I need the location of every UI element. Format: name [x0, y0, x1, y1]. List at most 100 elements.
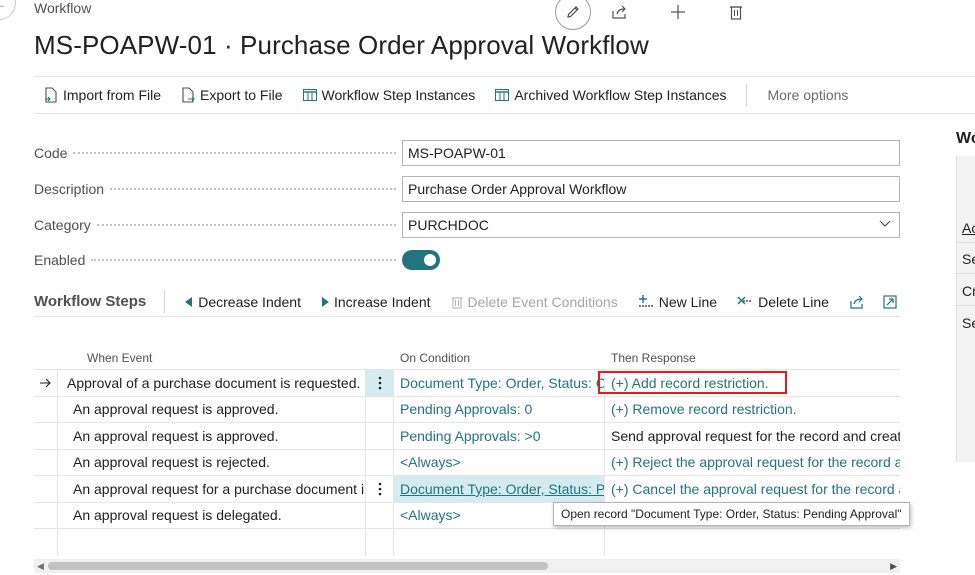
triangle-right-icon — [321, 296, 329, 307]
increase-indent-button[interactable]: Increase Indent — [321, 294, 431, 310]
edit-button[interactable] — [555, 0, 591, 30]
share-button[interactable] — [591, 1, 649, 23]
increase-indent-label: Increase Indent — [333, 293, 431, 310]
leader-dots — [96, 224, 396, 226]
on-condition-cell[interactable]: <Always> — [394, 449, 605, 475]
toolbar-separator — [164, 290, 166, 313]
table-row[interactable]: An approval request is approved. Pending… — [34, 396, 900, 423]
on-condition-cell[interactable]: Document Type: Order, Status: P... — [394, 476, 605, 502]
on-condition-cell[interactable]: Pending Approvals: >0 — [394, 423, 605, 449]
expand-grid-button[interactable] — [883, 294, 897, 309]
code-input[interactable]: MS-POAPW-01 — [402, 140, 900, 166]
action-separator — [746, 84, 748, 106]
decrease-indent-label: Decrease Indent — [198, 293, 301, 310]
chevron-down-icon — [879, 220, 891, 227]
scroll-right-icon[interactable]: ▶ — [890, 561, 897, 572]
when-event-cell[interactable]: An approval request is approved. — [58, 423, 365, 449]
row-selector[interactable] — [34, 423, 58, 449]
back-button[interactable]: ← — [0, 0, 16, 20]
row-menu-button[interactable] — [365, 370, 394, 396]
code-row: Code MS-POAPW-01 — [34, 140, 900, 166]
workflow-steps-title: Workflow Steps — [34, 293, 147, 310]
workflow-step-instances-button[interactable]: Workflow Step Instances — [302, 87, 475, 103]
description-row: Description Purchase Order Approval Work… — [34, 176, 900, 202]
table-row[interactable]: An approval request is approved. Pending… — [34, 423, 900, 450]
import-label: Import from File — [63, 87, 162, 103]
workflow-steps-toolbar: Workflow Steps Decrease Indent Increase … — [34, 287, 900, 317]
category-row: Category PURCHDOC — [34, 212, 900, 238]
factbox-item[interactable]: Cr — [962, 283, 975, 299]
factbox-item[interactable]: Se — [962, 251, 975, 267]
archived-workflow-step-instances-button[interactable]: Archived Workflow Step Instances — [495, 87, 726, 103]
when-event-cell[interactable]: An approval request for a purchase docum… — [58, 476, 365, 502]
factbox-item[interactable]: Se — [962, 315, 975, 331]
scrollbar-thumb[interactable] — [48, 562, 548, 570]
category-select[interactable]: PURCHDOC — [402, 212, 900, 238]
trash-icon — [730, 6, 742, 20]
when-event-cell[interactable]: Approval of a purchase document is reque… — [58, 370, 365, 396]
import-file-icon — [45, 87, 57, 103]
leader-dots — [73, 152, 396, 154]
table-row-empty[interactable] — [34, 529, 900, 556]
toggle-knob — [424, 254, 436, 266]
when-event-cell[interactable]: An approval request is rejected. — [58, 450, 365, 476]
tooltip: Open record "Document Type: Order, Statu… — [553, 502, 910, 526]
category-label: Category — [34, 217, 91, 233]
then-response-cell[interactable]: (+) Reject the approval request for the … — [605, 450, 900, 476]
more-vertical-icon — [378, 482, 381, 496]
description-label: Description — [34, 181, 105, 197]
then-response-cell[interactable]: (+) Remove record restriction. — [605, 397, 900, 423]
delete-event-conditions-button[interactable]: Delete Event Conditions — [451, 294, 618, 310]
share-grid-button[interactable] — [849, 295, 865, 309]
leader-dots — [110, 188, 396, 190]
scroll-left-icon[interactable]: ◀ — [37, 561, 44, 572]
description-input[interactable]: Purchase Order Approval Workflow — [402, 176, 900, 202]
row-selector[interactable] — [34, 449, 58, 475]
table-row[interactable]: An approval request for a purchase docum… — [34, 476, 900, 503]
when-event-cell[interactable]: An approval request is approved. — [58, 397, 365, 423]
trash-icon — [451, 297, 462, 308]
on-condition-cell[interactable]: Pending Approvals: 0 — [394, 396, 605, 422]
then-response-cell[interactable]: Send approval request for the record and… — [605, 423, 900, 449]
on-condition-cell[interactable]: Document Type: Order, Status: O... — [394, 370, 605, 396]
breadcrumb: Workflow — [34, 0, 92, 16]
then-response-cell[interactable]: (+) Cancel the approval request for the … — [605, 476, 900, 502]
import-from-file-button[interactable]: Import from File — [44, 87, 161, 103]
enabled-toggle[interactable] — [402, 250, 440, 270]
enabled-label: Enabled — [34, 252, 86, 268]
export-file-icon — [182, 87, 195, 103]
arrow-right-icon — [39, 378, 51, 388]
export-to-file-button[interactable]: Export to File — [181, 87, 283, 103]
factbox-panel: Wo Ac Se Cr Se — [950, 120, 975, 575]
column-when-event[interactable]: When Event — [58, 346, 365, 369]
delete-button[interactable] — [707, 1, 765, 23]
factbox-item[interactable]: Ac — [962, 220, 975, 236]
table-icon — [495, 89, 510, 101]
row-selector[interactable] — [34, 396, 58, 422]
action-bar: Import from File Export to File Workflow… — [34, 76, 975, 114]
more-vertical-icon — [378, 376, 381, 390]
column-then-response[interactable]: Then Response — [605, 346, 900, 369]
code-label: Code — [34, 145, 68, 161]
expand-icon — [883, 294, 897, 309]
row-selector[interactable] — [34, 476, 58, 502]
when-event-cell[interactable]: An approval request is delegated. — [58, 503, 365, 529]
page-title: MS-POAPW-01 · Purchase Order Approval Wo… — [34, 30, 649, 60]
category-value: PURCHDOC — [408, 217, 489, 233]
table-row[interactable]: An approval request is rejected. <Always… — [34, 449, 900, 476]
delete-line-button[interactable]: Delete Line — [737, 294, 829, 310]
more-options-button[interactable]: More options — [767, 87, 848, 103]
horizontal-scrollbar[interactable]: ◀ ▶ — [34, 559, 900, 573]
new-line-label: New Line — [658, 293, 718, 310]
column-on-condition[interactable]: On Condition — [394, 346, 605, 369]
factbox-title: Wo — [956, 130, 975, 147]
delete-event-conditions-label: Delete Event Conditions — [467, 293, 618, 310]
decrease-indent-button[interactable]: Decrease Indent — [185, 294, 301, 310]
row-selector[interactable] — [34, 370, 58, 396]
triangle-left-icon — [185, 296, 193, 307]
new-line-button[interactable]: New Line — [638, 294, 717, 310]
row-selector[interactable] — [34, 502, 58, 528]
new-button[interactable] — [649, 1, 707, 23]
export-label: Export to File — [200, 87, 283, 103]
row-menu-button[interactable] — [365, 476, 394, 502]
